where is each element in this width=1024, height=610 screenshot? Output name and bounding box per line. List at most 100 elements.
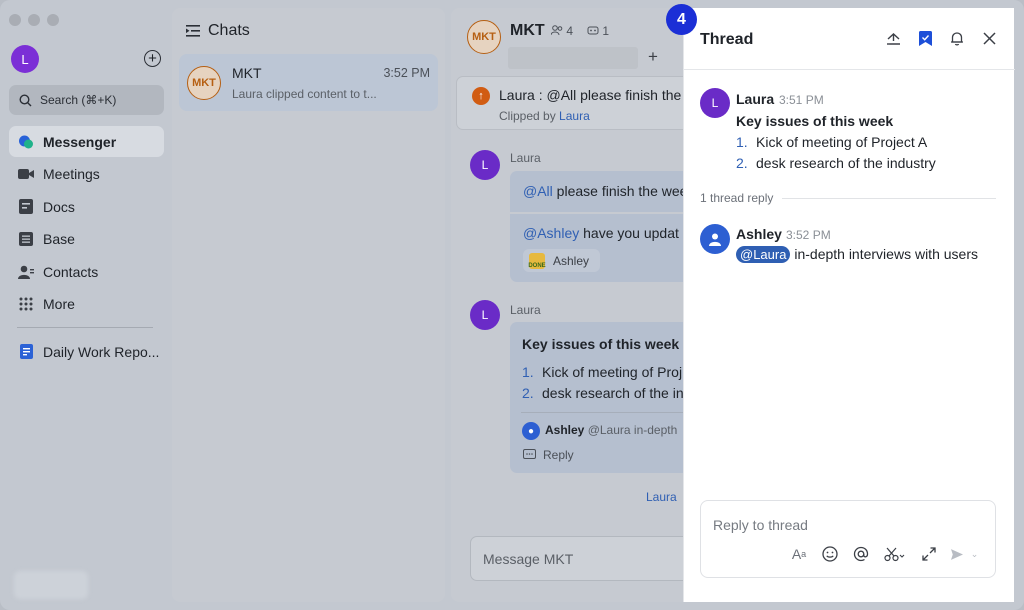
reaction-user: Ashley xyxy=(553,253,590,268)
mention-button[interactable] xyxy=(852,545,870,563)
create-button[interactable]: + xyxy=(144,50,161,67)
bots-count-label: 1 xyxy=(602,24,610,38)
done-icon: DONE xyxy=(528,252,546,269)
video-icon xyxy=(18,166,34,182)
reply-label: Reply xyxy=(543,448,574,462)
text-format-icon: Aa xyxy=(791,546,807,562)
user-icon: ● xyxy=(522,422,540,440)
thread-reply-input[interactable]: Reply to thread Aa ⌄ xyxy=(700,500,996,578)
thread-title: Thread xyxy=(700,31,754,48)
conversation-tabs[interactable] xyxy=(508,47,638,69)
conversation-panel: MKT MKT 4 1 + ↑ Laura : @All please fini… xyxy=(451,8,691,602)
thread-header: Thread xyxy=(684,8,1015,70)
list-collapse-icon[interactable] xyxy=(186,25,200,37)
pinned-by-prefix: Clipped by xyxy=(499,109,556,123)
blurred-footer xyxy=(14,571,88,599)
send-button[interactable]: ⌄ xyxy=(951,545,981,563)
search-box[interactable]: Search (⌘+K) xyxy=(9,85,164,115)
at-icon xyxy=(853,546,869,562)
chat-preview: Laura clipped content to t... xyxy=(232,87,377,101)
message-text: @Ashley have you updat xyxy=(523,225,679,241)
minimize-window-button[interactable] xyxy=(28,14,40,26)
forward-button[interactable] xyxy=(885,30,901,46)
pinned-by-name: Laura xyxy=(559,109,590,123)
emoji-icon xyxy=(822,546,838,562)
search-label: Search (⌘+K) xyxy=(40,93,117,107)
step-badge: 4 xyxy=(666,4,697,35)
group-avatar[interactable]: MKT xyxy=(467,20,501,54)
thread-preview-name: Ashley xyxy=(545,423,585,437)
close-thread-button[interactable] xyxy=(981,30,997,46)
bell-icon xyxy=(951,31,963,46)
sidebar-item-contacts[interactable]: Contacts xyxy=(9,256,164,287)
notification-button[interactable] xyxy=(949,30,965,46)
conversation-header: MKT MKT 4 1 + xyxy=(451,8,691,72)
sender-name: Laura xyxy=(510,151,541,165)
mention-laura[interactable]: @Laura xyxy=(736,246,791,263)
sidebar-item-label: Messenger xyxy=(43,133,117,150)
sidebar-item-meetings[interactable]: Meetings xyxy=(9,159,164,190)
reply-button[interactable]: Reply xyxy=(523,448,574,462)
doc-icon xyxy=(18,344,34,360)
sidebar-item-base[interactable]: Base xyxy=(9,224,164,255)
thread-divider xyxy=(521,412,686,413)
sidebar-item-label: Meetings xyxy=(43,166,100,182)
sender-name[interactable]: Laura xyxy=(736,91,774,107)
message-title: Key issues of this week xyxy=(736,113,894,129)
sidebar-item-daily-work-report[interactable]: Daily Work Repo... xyxy=(9,336,164,367)
bookmark-button[interactable] xyxy=(917,30,933,46)
reply-count: 1 thread reply xyxy=(700,191,774,205)
message-input[interactable]: Message MKT xyxy=(470,536,691,581)
members-icon xyxy=(550,25,563,36)
sidebar-item-label: Base xyxy=(43,231,75,247)
avatar[interactable] xyxy=(700,224,730,254)
plus-icon: + xyxy=(148,50,157,67)
chat-list-title: Chats xyxy=(208,22,250,39)
sidebar: L + Search (⌘+K) Messenger Meetings Docs… xyxy=(0,0,172,610)
read-receipt[interactable]: Laura xyxy=(646,490,677,504)
avatar[interactable]: L xyxy=(700,88,730,118)
add-tab-button[interactable]: + xyxy=(648,47,658,67)
format-button[interactable]: Aa xyxy=(790,545,808,563)
message-bubble[interactable]: @All please finish the wee xyxy=(510,171,691,212)
bookmark-icon xyxy=(918,30,932,46)
pinned-by: Clipped by Laura xyxy=(499,109,590,123)
sidebar-item-more[interactable]: More xyxy=(9,289,164,320)
window-controls xyxy=(9,14,59,26)
chevron-down-icon[interactable]: ⌄ xyxy=(968,545,981,563)
chat-row-mkt[interactable]: MKT MKT 3:52 PM Laura clipped content to… xyxy=(179,54,438,111)
list-item: 2. desk research of the industry xyxy=(736,155,936,171)
mention-ashley[interactable]: @Ashley xyxy=(523,225,579,241)
maximize-window-button[interactable] xyxy=(47,14,59,26)
reaction-chip[interactable]: DONE Ashley xyxy=(523,249,600,272)
message-line-text: have you updat xyxy=(579,225,679,241)
message-bubble[interactable]: Key issues of this week 1. Kick of meetin… xyxy=(510,322,691,473)
expand-button[interactable] xyxy=(920,545,938,563)
messenger-icon xyxy=(18,134,34,150)
mention-all[interactable]: @All xyxy=(523,183,553,199)
chat-avatar: MKT xyxy=(187,66,221,100)
sender-name[interactable]: Ashley xyxy=(736,226,782,242)
avatar[interactable]: L xyxy=(470,300,500,330)
close-window-button[interactable] xyxy=(9,14,21,26)
sidebar-item-label: More xyxy=(43,296,75,312)
pin-icon: ↑ xyxy=(472,87,490,105)
profile-avatar[interactable]: L xyxy=(11,45,39,73)
list-item: 2. desk research of the in xyxy=(522,385,684,401)
members-count[interactable]: 4 xyxy=(550,24,573,38)
screenshot-button[interactable] xyxy=(883,545,907,563)
sidebar-item-label: Daily Work Repo... xyxy=(43,343,160,360)
message-time: 3:51 PM xyxy=(779,93,824,107)
sidebar-item-docs[interactable]: Docs xyxy=(9,191,164,222)
pinned-message[interactable]: ↑ Laura : @All please finish the w Clipp… xyxy=(456,76,691,130)
chat-list-panel: Chats MKT MKT 3:52 PM Laura clipped cont… xyxy=(172,8,445,602)
sidebar-item-messenger[interactable]: Messenger xyxy=(9,126,164,157)
avatar[interactable]: L xyxy=(470,150,500,180)
group-title[interactable]: MKT xyxy=(510,22,545,40)
emoji-button[interactable] xyxy=(821,545,839,563)
reply-divider xyxy=(782,198,996,199)
docs-icon xyxy=(18,199,34,215)
send-icon xyxy=(951,548,964,560)
bots-count[interactable]: 1 xyxy=(587,24,609,38)
thread-preview[interactable]: Ashley @Laura in-depth xyxy=(545,423,677,437)
